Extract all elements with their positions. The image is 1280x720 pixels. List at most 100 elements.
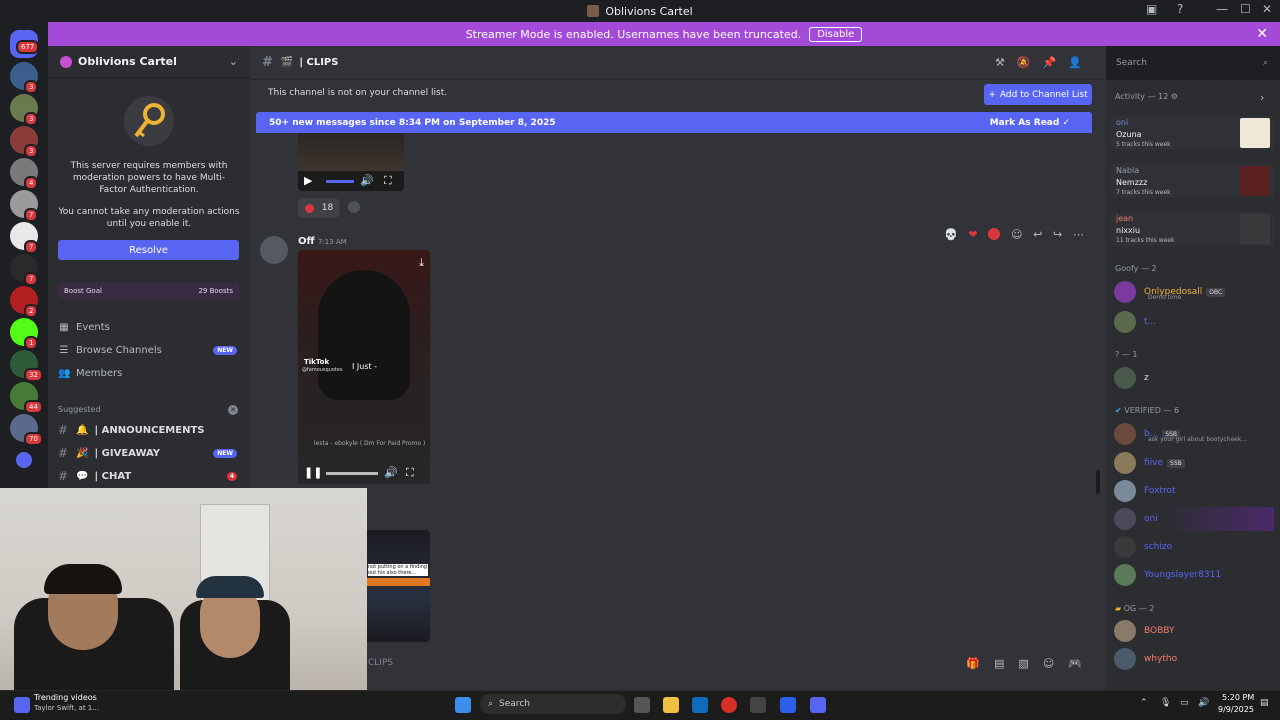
server-badge: 3 [24, 80, 39, 94]
inbox-icon[interactable]: ▣ [1146, 2, 1157, 16]
reaction-pill[interactable]: 18 [298, 198, 340, 218]
trending-title[interactable]: Trending videos [34, 693, 97, 702]
emoji-icon[interactable]: ☺ [1043, 657, 1068, 670]
heart-reaction-icon[interactable]: ❤ [968, 228, 977, 241]
threads-icon[interactable]: ⚒ [995, 56, 1017, 69]
pin-icon[interactable]: 📌 [1043, 56, 1069, 69]
member-item[interactable]: oni [1114, 507, 1274, 531]
disable-streamer-button[interactable]: Disable [809, 26, 863, 42]
gift-icon[interactable]: 🎁 [966, 657, 994, 670]
avatar[interactable] [260, 236, 288, 264]
speaker-icon[interactable]: 🔊 [1198, 698, 1209, 708]
app-icon[interactable] [750, 697, 766, 713]
forward-icon[interactable]: ↪ [1053, 228, 1062, 241]
channel-giveaway[interactable]: # 🎉 | GIVEAWAY NEW [58, 443, 239, 463]
channel-chat[interactable]: # 💬 | CHAT 4 [58, 466, 239, 486]
minimize-icon[interactable]: — [1216, 2, 1228, 16]
message-composer[interactable]: CLIPS 🎁▤▧☺🎮 [368, 650, 1096, 676]
channel-announcements[interactable]: # 🔔 | ANNOUNCEMENTS [58, 420, 239, 440]
boost-goal-label: Boost Goal [64, 287, 102, 295]
resolve-button[interactable]: Resolve [58, 240, 239, 260]
member-item[interactable]: fiive SSB [1114, 451, 1185, 475]
file-explorer-icon[interactable] [663, 697, 679, 713]
seek-bar[interactable] [326, 472, 378, 475]
clock-time[interactable]: 5:20 PM [1222, 693, 1254, 702]
mute-icon[interactable]: 🔕 [1017, 56, 1043, 69]
channel-title: | CLIPS [299, 57, 339, 68]
member-item[interactable]: Onlypedosall OBC Demo time [1114, 280, 1226, 304]
outlook-icon[interactable] [692, 697, 708, 713]
reply-icon[interactable]: ↩ [1033, 228, 1042, 241]
close-window-icon[interactable]: ✕ [1262, 2, 1272, 16]
mark-as-read-button[interactable]: Mark As Read ✓ [990, 118, 1070, 128]
clock-date[interactable]: 9/9/2025 [1218, 705, 1254, 714]
gif-icon[interactable]: ▤ [994, 657, 1018, 670]
activity-card[interactable]: Nabla Nemzzz 7 tracks this week [1110, 164, 1274, 198]
volume-icon[interactable]: 🔊 [360, 174, 374, 187]
server-header[interactable]: Oblivions Cartel ⌄ [48, 46, 250, 78]
folder-icon[interactable] [16, 452, 32, 468]
video-player-1[interactable]: ▶ 🔊 ⛶ [298, 133, 404, 191]
task-view-icon[interactable] [634, 697, 650, 713]
sticker-icon[interactable]: ▧ [1018, 657, 1042, 670]
search-input[interactable]: Search ⌕ [1110, 52, 1274, 74]
dismiss-suggested-icon[interactable]: ✕ [228, 405, 238, 415]
activity-card[interactable]: oni Ozuna 5 tracks this week [1110, 116, 1274, 150]
arc-icon[interactable] [780, 697, 796, 713]
nav-events[interactable]: ▦ Events [58, 317, 239, 337]
fullscreen-icon[interactable]: ⛶ [406, 466, 414, 480]
member-item[interactable]: t... [1114, 310, 1156, 334]
more-icon[interactable]: ⋯ [1073, 228, 1084, 241]
volume-slider[interactable] [326, 180, 354, 183]
maximize-icon[interactable]: ☐ [1240, 2, 1251, 16]
tray-chevron-icon[interactable]: ⌃ [1140, 698, 1148, 708]
member-item[interactable]: BOBBY [1114, 619, 1174, 643]
message-toolbar: 💀 ❤ ☺ ↩ ↪ ⋯ [944, 224, 1084, 244]
member-item[interactable]: Foxtrot [1114, 479, 1175, 503]
member-item[interactable]: b... SSB ask your girl about bootycheek.… [1114, 422, 1247, 446]
member-item[interactable]: whytho [1114, 647, 1177, 671]
taskbar-search[interactable]: ⌕ Search [480, 694, 626, 714]
widgets-icon[interactable] [14, 697, 30, 713]
mfa-notice: This server requires members with modera… [70, 161, 228, 195]
pause-icon[interactable]: ❚❚ [304, 466, 322, 479]
gear-icon[interactable]: ⚙ [1171, 92, 1178, 101]
start-icon[interactable] [455, 697, 471, 713]
message-author[interactable]: Off [298, 236, 315, 247]
close-banner-icon[interactable]: ✕ [1256, 26, 1268, 42]
album-art [1240, 118, 1270, 148]
chrome-icon[interactable] [721, 697, 737, 713]
download-icon[interactable]: ⤓ [419, 256, 424, 270]
member-item[interactable]: z [1114, 366, 1149, 390]
add-to-channel-list-button[interactable]: + Add to Channel List [984, 84, 1092, 105]
chevron-right-icon[interactable]: › [1260, 91, 1264, 104]
apps-icon[interactable]: 🎮 [1068, 657, 1096, 670]
nav-members[interactable]: 👥 Members [58, 363, 239, 383]
boost-goal-bar[interactable]: Boost Goal 29 Boosts [58, 283, 239, 299]
notification-icon[interactable]: ▤ [1260, 698, 1269, 708]
video-thumbnail [298, 133, 404, 171]
fullscreen-icon[interactable]: ⛶ [384, 174, 392, 188]
red-reaction-icon[interactable] [988, 228, 1001, 240]
volume-icon[interactable]: 🔊 [384, 466, 398, 479]
nav-browse-channels[interactable]: ☰ Browse Channels NEW [58, 340, 239, 360]
new-messages-bar[interactable]: 50+ new messages since 8:34 PM on Septem… [256, 112, 1092, 133]
member-list-icon[interactable]: 👤 [1068, 56, 1094, 69]
activity-card[interactable]: jean nixxiu 11 tracks this week [1110, 212, 1274, 246]
member-item[interactable]: schizo [1114, 535, 1172, 559]
microphone-icon[interactable]: 🎙 [1160, 698, 1171, 708]
add-reaction-icon[interactable]: ☺ [1011, 228, 1022, 241]
skull-reaction-icon[interactable]: 💀 [944, 228, 958, 241]
chevron-down-icon[interactable]: ⌄ [229, 55, 238, 68]
chat-scrollbar[interactable] [1096, 470, 1100, 494]
video-player-3[interactable]: not putting on a finding out his also th… [366, 530, 430, 642]
tiktok-handle: @famousquotes [302, 367, 343, 373]
member-item[interactable]: Youngslayer8311 [1114, 563, 1221, 587]
add-reaction-icon[interactable] [348, 201, 360, 213]
network-icon[interactable]: ▭ [1180, 698, 1189, 708]
video-player-2[interactable]: ⤓ TikTok @famousquotes I Just - lesta - … [298, 250, 430, 484]
help-icon[interactable]: ? [1177, 2, 1183, 16]
discord-icon[interactable] [810, 697, 826, 713]
play-icon[interactable]: ▶ [304, 174, 312, 187]
activity-header: Activity — 12 ⚙ [1115, 92, 1178, 101]
